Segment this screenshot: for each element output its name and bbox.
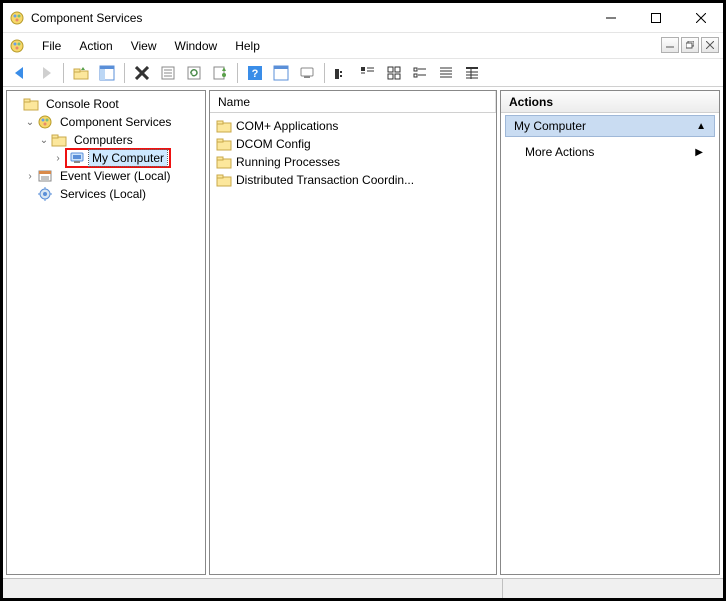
tree-node-event-viewer[interactable]: › Event Viewer (Local) (9, 167, 203, 185)
menu-file[interactable]: File (33, 35, 70, 57)
mdi-close-button[interactable] (701, 37, 719, 53)
actions-context-label: My Computer (514, 119, 586, 133)
column-header-name[interactable]: Name (210, 91, 496, 112)
component-services-icon (37, 114, 53, 130)
tree-pane: Console Root ⌄ Component Services ⌄ Comp… (6, 90, 206, 575)
tree-node-computers[interactable]: ⌄ Computers (9, 131, 203, 149)
menu-view[interactable]: View (122, 35, 166, 57)
tree-node-component-services[interactable]: ⌄ Component Services (9, 113, 203, 131)
view-list-button[interactable] (434, 61, 458, 85)
console-tree[interactable]: Console Root ⌄ Component Services ⌄ Comp… (7, 91, 205, 207)
tree-label: Console Root (43, 96, 122, 112)
list-pane: Name COM+ Applications DCOM Config Runni… (209, 90, 497, 575)
mdi-restore-button[interactable] (681, 37, 699, 53)
view-details-button[interactable] (460, 61, 484, 85)
folder-icon (216, 172, 232, 188)
view-status-button[interactable] (330, 61, 354, 85)
document-icon (9, 38, 25, 54)
folder-icon (216, 118, 232, 134)
action-label: More Actions (525, 145, 594, 159)
toolbar: ? (3, 59, 723, 87)
status-bar (3, 578, 723, 598)
content-area: Console Root ⌄ Component Services ⌄ Comp… (3, 87, 723, 578)
up-folder-button[interactable] (69, 61, 93, 85)
maximize-button[interactable] (633, 3, 678, 32)
services-icon (37, 186, 53, 202)
view-detail-button[interactable] (356, 61, 380, 85)
window-button[interactable] (269, 61, 293, 85)
actions-pane: Actions My Computer ▲ More Actions ▶ (500, 90, 720, 575)
collapse-icon[interactable]: ⌄ (23, 117, 37, 128)
collapse-icon[interactable]: ▲ (696, 121, 706, 132)
tree-label: Event Viewer (Local) (57, 168, 174, 184)
title-bar: Component Services (3, 3, 723, 33)
window-title: Component Services (31, 11, 588, 25)
view-large-icons-button[interactable] (382, 61, 406, 85)
delete-button[interactable] (130, 61, 154, 85)
mdi-minimize-button[interactable] (661, 37, 679, 53)
app-icon (9, 10, 25, 26)
menu-help[interactable]: Help (226, 35, 269, 57)
list-view[interactable]: COM+ Applications DCOM Config Running Pr… (210, 113, 496, 193)
computer-button[interactable] (295, 61, 319, 85)
menu-action[interactable]: Action (70, 35, 121, 57)
folder-icon (23, 96, 39, 112)
forward-button[interactable] (34, 61, 58, 85)
status-cell (503, 579, 723, 598)
action-more-actions[interactable]: More Actions ▶ (501, 141, 719, 163)
export-button[interactable] (208, 61, 232, 85)
tree-node-my-computer[interactable]: › My Computer (9, 149, 203, 167)
view-small-icons-button[interactable] (408, 61, 432, 85)
tree-label: Component Services (57, 114, 174, 130)
tree-label: Computers (71, 132, 136, 148)
toolbar-separator (124, 63, 125, 83)
folder-icon (216, 154, 232, 170)
chevron-right-icon: ▶ (695, 147, 703, 158)
tree-node-console-root[interactable]: Console Root (9, 95, 203, 113)
list-item[interactable]: COM+ Applications (210, 117, 496, 135)
window: Component Services File Action View Wind… (0, 0, 726, 601)
toolbar-separator (237, 63, 238, 83)
folder-icon (51, 132, 67, 148)
show-hide-tree-button[interactable] (95, 61, 119, 85)
tree-label: Services (Local) (57, 186, 149, 202)
tree-label: My Computer (89, 150, 167, 166)
toolbar-separator (63, 63, 64, 83)
list-item-label: COM+ Applications (236, 119, 338, 133)
highlight-box: My Computer (65, 148, 171, 168)
expand-icon[interactable]: › (51, 153, 65, 164)
event-viewer-icon (37, 168, 53, 184)
list-item-label: Running Processes (236, 155, 340, 169)
computer-icon (69, 150, 85, 166)
status-cell (3, 579, 503, 598)
actions-pane-header: Actions (501, 91, 719, 113)
mdi-buttons (661, 37, 719, 53)
properties-button[interactable] (156, 61, 180, 85)
minimize-button[interactable] (588, 3, 633, 32)
list-item-label: Distributed Transaction Coordin... (236, 173, 414, 187)
list-item[interactable]: Distributed Transaction Coordin... (210, 171, 496, 189)
window-buttons (588, 3, 723, 32)
help-button[interactable]: ? (243, 61, 267, 85)
collapse-icon[interactable]: ⌄ (37, 135, 51, 146)
expand-icon[interactable]: › (23, 171, 37, 182)
menu-bar: File Action View Window Help (3, 33, 723, 59)
tree-node-services[interactable]: Services (Local) (9, 185, 203, 203)
svg-text:?: ? (252, 68, 259, 80)
list-header[interactable]: Name (210, 91, 496, 113)
list-item-label: DCOM Config (236, 137, 311, 151)
list-item[interactable]: Running Processes (210, 153, 496, 171)
toolbar-separator (324, 63, 325, 83)
back-button[interactable] (8, 61, 32, 85)
refresh-button[interactable] (182, 61, 206, 85)
list-item[interactable]: DCOM Config (210, 135, 496, 153)
menu-window[interactable]: Window (166, 35, 227, 57)
actions-context-header[interactable]: My Computer ▲ (505, 115, 715, 137)
folder-icon (216, 136, 232, 152)
close-button[interactable] (678, 3, 723, 32)
